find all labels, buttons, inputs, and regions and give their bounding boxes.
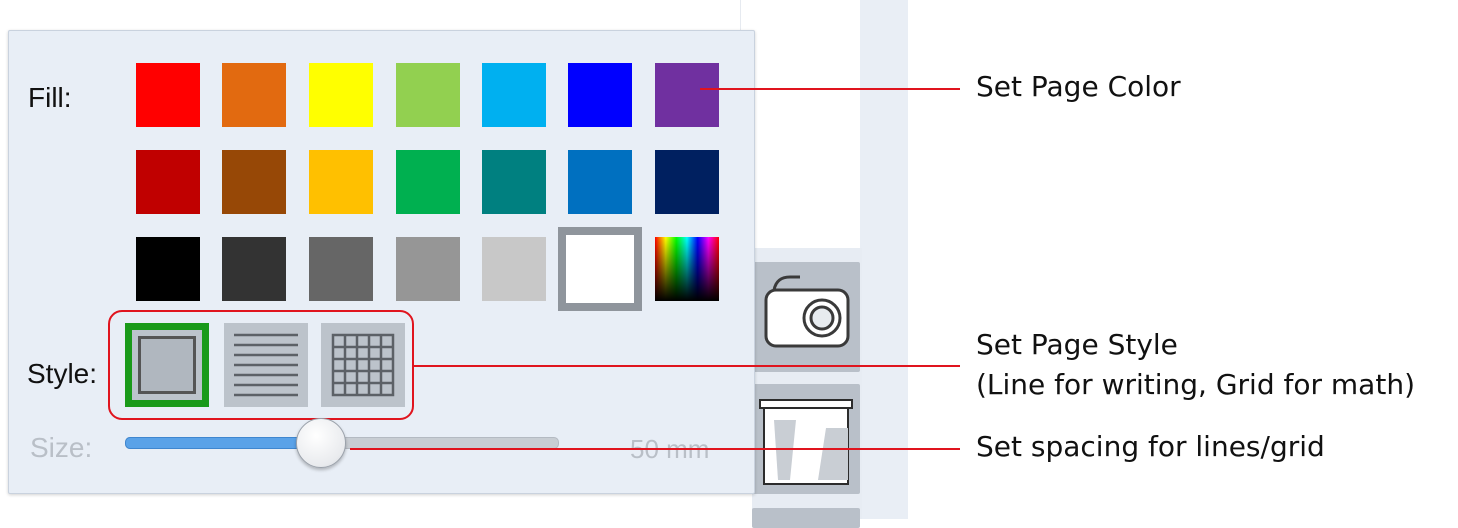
size-slider-fill (125, 437, 325, 449)
color-swatch[interactable] (136, 63, 200, 127)
color-callout-line (700, 88, 960, 90)
style-callout-subtext: (Line for writing, Grid for math) (976, 368, 1415, 401)
page-settings-button[interactable] (752, 384, 860, 494)
color-swatch[interactable] (568, 63, 632, 127)
style-callout-line (414, 365, 960, 367)
color-swatch[interactable] (482, 150, 546, 214)
color-swatch[interactable] (136, 237, 200, 301)
canvas-area (740, 0, 861, 250)
color-swatch[interactable] (222, 237, 286, 301)
color-callout-text: Set Page Color (976, 70, 1181, 103)
style-callout-text: Set Page Style (976, 328, 1178, 361)
color-swatch[interactable] (222, 63, 286, 127)
page-settings-popup (8, 30, 755, 494)
page-icon (759, 399, 853, 485)
color-swatch[interactable] (396, 150, 460, 214)
color-swatch[interactable] (482, 237, 546, 301)
color-swatch[interactable] (396, 237, 460, 301)
style-label: Style: (27, 358, 98, 389)
size-slider-thumb[interactable] (296, 418, 346, 468)
color-swatch[interactable] (655, 150, 719, 214)
sidebar-background (860, 0, 908, 519)
color-swatch[interactable] (568, 150, 632, 214)
color-swatch[interactable] (222, 150, 286, 214)
color-swatch[interactable] (136, 150, 200, 214)
custom-color-swatch[interactable] (655, 237, 719, 301)
camera-button[interactable] (752, 262, 860, 372)
size-label: Size: (30, 432, 93, 463)
size-callout-text: Set spacing for lines/grid (976, 430, 1325, 463)
style-callout-highlight (108, 310, 414, 420)
color-swatch[interactable] (309, 237, 373, 301)
color-swatch-selected[interactable] (558, 227, 642, 311)
color-swatch[interactable] (655, 63, 719, 127)
fill-label: Fill: (28, 82, 72, 113)
more-button[interactable] (752, 508, 860, 528)
color-swatch[interactable] (309, 63, 373, 127)
color-swatch[interactable] (396, 63, 460, 127)
size-callout-line (350, 448, 960, 450)
camera-icon (764, 275, 850, 348)
color-swatch[interactable] (482, 63, 546, 127)
color-swatch[interactable] (309, 150, 373, 214)
